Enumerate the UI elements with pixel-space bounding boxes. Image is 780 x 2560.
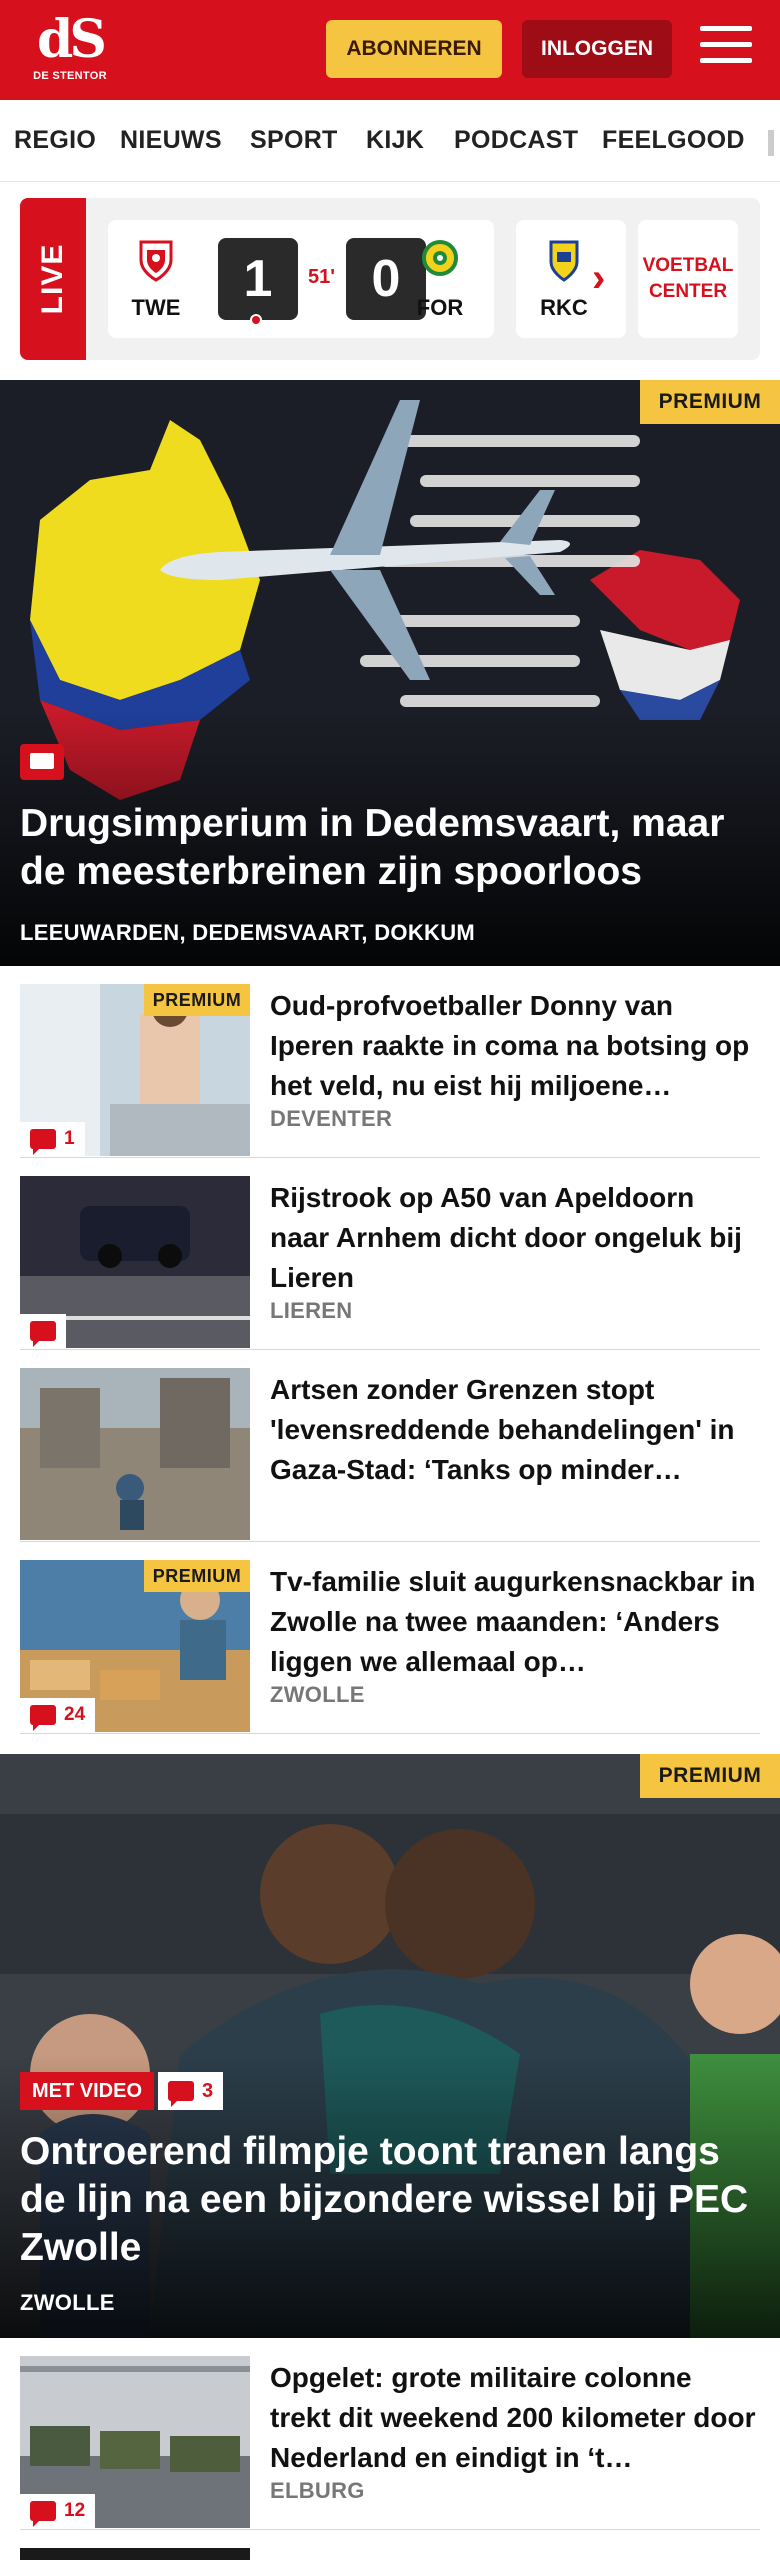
article-title[interactable]: Opgelet: grote militaire colonne trekt d… xyxy=(270,2358,760,2478)
login-button[interactable]: INLOGGEN xyxy=(522,20,672,78)
comment-icon xyxy=(30,2501,56,2527)
hero-location: LEEUWARDEN, DEDEMSVAART, DOKKUM xyxy=(20,920,476,945)
article-thumbnail: 12 xyxy=(20,2356,250,2528)
premium-badge: PREMIUM xyxy=(144,1560,250,1592)
site-header: dS DE STENTOR ABONNEREN INLOGGEN xyxy=(0,0,780,100)
article-title[interactable]: Rijstrook op A50 van Apeldoorn naar Arnh… xyxy=(270,1178,760,1298)
comment-icon xyxy=(30,1129,56,1155)
home-score: 1 xyxy=(218,238,298,320)
hero-article-pec[interactable]: PREMIUM MET VIDEO 3 Ontroerend filmpje t… xyxy=(0,1754,780,2338)
comment-count-badge xyxy=(20,1314,66,1348)
live-indicator-dot xyxy=(250,314,262,326)
match-minute: 51' xyxy=(308,266,336,288)
comment-icon xyxy=(30,1705,56,1731)
hero-title[interactable]: Drugsimperium in Dedemsvaart, maar de me… xyxy=(20,800,760,896)
live-label: LIVE xyxy=(20,198,86,360)
main-nav: REGIO NIEUWS SPORT KIJK PODCAST FEELGOOD xyxy=(0,100,780,182)
list-item[interactable]: PREMIUM 24 Tv-familie sluit augurkensnac… xyxy=(20,1542,760,1734)
home-team: TWE xyxy=(126,238,186,321)
video-tag: MET VIDEO 3 xyxy=(20,2072,224,2110)
article-thumbnail xyxy=(20,1176,250,1348)
comment-icon xyxy=(20,744,64,780)
nav-item-nieuws[interactable]: NIEUWS xyxy=(120,126,222,155)
nav-item-kijk[interactable]: KIJK xyxy=(366,126,424,155)
logo-text: DE STENTOR xyxy=(33,70,107,82)
fc-twente-crest-icon xyxy=(139,240,173,282)
logo-mark: dS xyxy=(37,9,107,70)
list-item[interactable]: PREMIUM 1 Oud-profvoetballer Donny van I… xyxy=(20,966,760,1158)
nav-item-sport[interactable]: SPORT xyxy=(250,126,338,155)
video-label: MET VIDEO xyxy=(20,2072,155,2110)
away-team: FOR xyxy=(410,238,470,321)
nav-item-regio[interactable]: REGIO xyxy=(14,126,96,155)
rkc-crest-icon xyxy=(549,240,579,282)
next-match-team-code: RKC xyxy=(540,295,588,320)
list-item[interactable]: Artsen zonder Grenzen stopt 'levensredde… xyxy=(20,1350,760,1542)
comment-count-badge: 24 xyxy=(20,1698,96,1732)
comment-icon xyxy=(168,2081,195,2107)
nav-item-feelgood[interactable]: FEELGOOD xyxy=(602,126,745,155)
article-title[interactable]: Artsen zonder Grenzen stopt 'levensredde… xyxy=(270,1370,760,1490)
article-location: LIEREN xyxy=(270,1298,353,1323)
premium-badge: PREMIUM xyxy=(640,1754,780,1798)
nav-item-podcast[interactable]: PODCAST xyxy=(454,126,578,155)
hamburger-menu-icon[interactable] xyxy=(700,26,752,72)
subscribe-button[interactable]: ABONNEREN xyxy=(326,20,502,78)
list-item[interactable]: 12 Opgelet: grote militaire colonne trek… xyxy=(20,2338,760,2530)
live-match-card[interactable]: TWE 1 51' 0 FOR xyxy=(108,220,494,338)
next-article-peek xyxy=(20,2548,760,2560)
article-title[interactable]: Tv-familie sluit augurkensnack­bar in Zw… xyxy=(270,1562,760,1682)
site-logo[interactable]: dS DE STENTOR xyxy=(30,12,110,88)
article-thumbnail xyxy=(20,1368,250,1540)
hero-location: ZWOLLE xyxy=(20,2290,115,2315)
hero-article-drugs[interactable]: PREMIUM Drugsimperium in Dedemsvaart, ma… xyxy=(0,380,780,966)
comment-count-badge: 12 xyxy=(20,2494,96,2528)
voetbal-center-link[interactable]: VOETBAL CENTER xyxy=(638,220,738,338)
premium-badge: PREMIUM xyxy=(144,984,250,1016)
nav-overflow-hint xyxy=(768,130,774,156)
home-team-code: TWE xyxy=(131,295,181,320)
article-thumbnail: PREMIUM 24 xyxy=(20,1560,250,1732)
next-match-card[interactable]: RKC xyxy=(516,220,626,338)
chevron-right-icon[interactable]: › xyxy=(592,258,605,298)
article-location: DEVENTER xyxy=(270,1106,393,1131)
live-scores-bar: LIVE TWE 1 51' 0 FOR RKC › VOETBAL CENTE… xyxy=(20,198,760,360)
hero-title[interactable]: Ontroerend filmpje toont tranen langs de… xyxy=(20,2128,760,2272)
article-title[interactable]: Oud-profvoetballer Donny van Iperen raak… xyxy=(270,986,760,1106)
comment-count-badge: 3 xyxy=(158,2072,224,2110)
article-location: ELBURG xyxy=(270,2478,365,2503)
article-thumbnail: PREMIUM 1 xyxy=(20,984,250,1156)
article-location: ZWOLLE xyxy=(270,1682,365,1707)
comment-count-badge: 1 xyxy=(20,1122,85,1156)
premium-badge: PREMIUM xyxy=(640,380,780,424)
fortuna-sittard-crest-icon xyxy=(422,240,458,276)
comment-icon xyxy=(30,1321,56,1347)
away-team-code: FOR xyxy=(416,295,464,320)
list-item[interactable]: Rijstrook op A50 van Apeldoorn naar Arnh… xyxy=(20,1158,760,1350)
